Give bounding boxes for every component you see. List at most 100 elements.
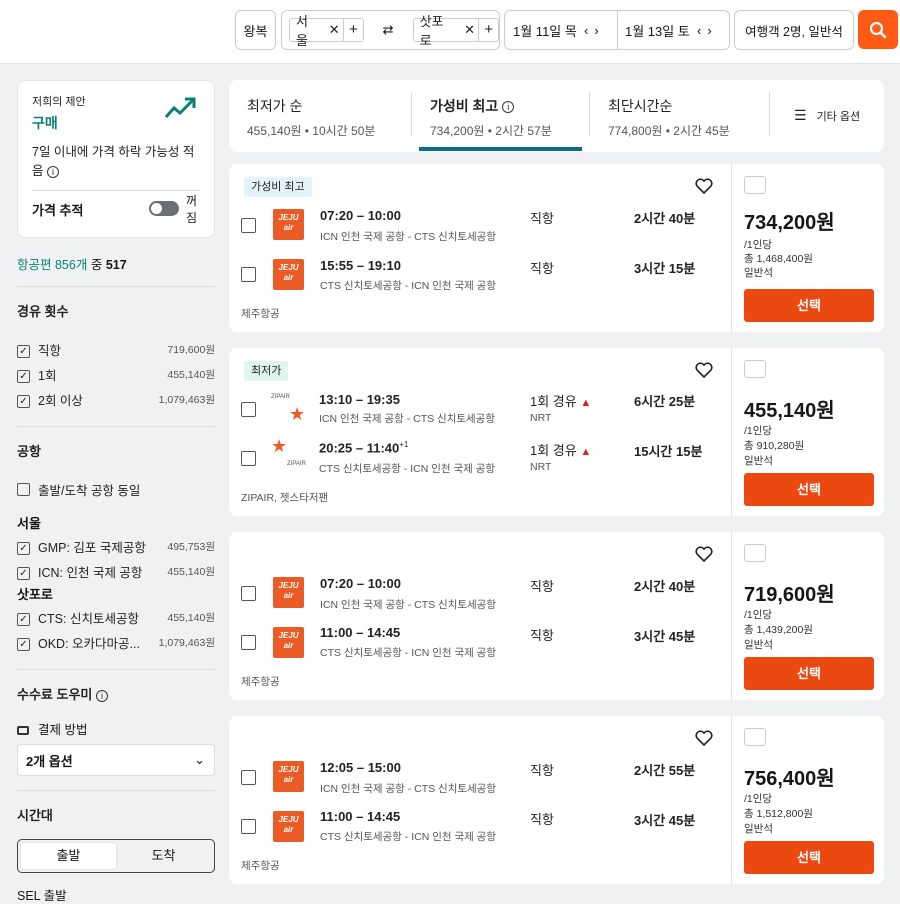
stops-option-nonstop[interactable]: ✓ 직항 719,600원	[17, 337, 215, 362]
remove-origin-icon[interactable]: ✕	[325, 22, 343, 38]
price-advice-card: 저희의 제안 구매 7일 이내에 가격 하락 가능성 적음 i 가격 추적 꺼짐	[17, 80, 215, 238]
leg-checkbox[interactable]	[241, 586, 256, 601]
select-button[interactable]: 선택	[744, 289, 874, 322]
airport-option-cts[interactable]: ✓ CTS: 신치토세공항 455,140원	[17, 605, 215, 630]
checkbox-checked-icon[interactable]: ✓	[17, 567, 30, 581]
jeju-air-logo: JEJU air	[273, 761, 304, 792]
stops-filter: ✓ 직항 719,600원 ✓ 1회 455,140원 ✓ 2회 이상 1,079,463원	[17, 337, 215, 412]
tab-best[interactable]: 가성비 최고 i 734,200원 • 2시간 57분	[430, 96, 552, 139]
leg-stops: 직항	[530, 579, 554, 594]
heart-icon[interactable]	[695, 546, 713, 565]
select-button[interactable]: 선택	[744, 473, 874, 506]
checkbox-checked-icon[interactable]: ✓	[17, 345, 30, 359]
airport-option-okd[interactable]: ✓ OKD: 오카다마공... 1,079,463원	[17, 630, 215, 655]
price-track-toggle[interactable]	[149, 201, 179, 216]
result-card[interactable]: JEJU air 12:05 – 15:00 ICN 인천 국제 공항 - CTS…	[229, 716, 884, 884]
total-price: 총 910,280원	[744, 440, 805, 452]
travelers-field[interactable]: 여행객 2명, 일반석	[734, 10, 854, 50]
leg-checkbox[interactable]	[241, 635, 256, 650]
result-card[interactable]: 최저가 ZIPAIR ★ 13:10 – 19:35 ICN 인천 국제 공항 …	[229, 348, 884, 516]
tab-fastest[interactable]: 최단시간순 774,800원 • 2시간 45분	[608, 96, 730, 139]
heart-icon[interactable]	[695, 362, 713, 381]
add-destination-icon[interactable]: +	[478, 19, 498, 41]
payment-options-select[interactable]: 2개 옵션 ⌄	[17, 744, 215, 776]
result-card[interactable]: 가성비 최고 JEJU air 07:20 – 10:00 ICN 인천 국제 공…	[229, 164, 884, 332]
origin-label: 서울	[296, 14, 308, 48]
bag-icon	[744, 544, 766, 562]
travelers-label: 여행객 2명, 일반석	[745, 24, 843, 39]
airport-filter-title: 공항	[17, 444, 41, 459]
remove-destination-icon[interactable]: ✕	[461, 22, 479, 38]
checkbox-icon[interactable]	[17, 483, 30, 496]
leg-route: CTS 신치토세공항 - ICN 인천 국제 공항	[320, 647, 497, 659]
leg-stops: 직항	[530, 763, 554, 778]
leg-time: 13:10 – 19:35	[319, 392, 400, 407]
route-field[interactable]: 서울 ✕ + ⇄ 삿포로 ✕ +	[281, 10, 500, 50]
swap-icon[interactable]: ⇄	[383, 22, 394, 38]
price: 734,200원	[744, 212, 835, 234]
sel-depart-label: SEL 출발	[17, 889, 67, 903]
same-airport-option[interactable]: 출발/도착 공항 동일	[17, 480, 215, 499]
airport-option-icn[interactable]: ✓ ICN: 인천 국제 공항 455,140원	[17, 559, 215, 584]
more-options-button[interactable]: ☰ 기타 옵션	[794, 107, 860, 124]
return-date[interactable]: 1월 13일 토	[625, 21, 690, 40]
leg-checkbox[interactable]	[241, 402, 256, 417]
leg-checkbox[interactable]	[241, 770, 256, 785]
stops-option-one[interactable]: ✓ 1회 455,140원	[17, 362, 215, 387]
date-field[interactable]: 1월 11일 목 ‹› 1월 13일 토 ‹›	[504, 10, 730, 50]
leg-stops: 직항	[530, 812, 554, 827]
search-button[interactable]	[858, 10, 898, 49]
checkbox-checked-icon[interactable]: ✓	[17, 370, 30, 384]
seoul-group-title: 서울	[17, 516, 41, 531]
trip-type-select[interactable]: 왕복	[235, 10, 276, 50]
leg-duration: 3시간 15분	[634, 261, 696, 276]
origin-chip[interactable]: 서울 ✕ +	[289, 14, 364, 48]
leg-time: 11:00 – 14:45	[320, 625, 401, 640]
tab-depart[interactable]: 출발	[21, 843, 116, 869]
return-date-arrows-icon[interactable]: ‹›	[697, 23, 718, 38]
per-person: /1인당	[744, 239, 773, 251]
select-button[interactable]: 선택	[744, 657, 874, 690]
select-button[interactable]: 선택	[744, 841, 874, 874]
info-icon[interactable]: i	[502, 101, 515, 114]
heart-icon[interactable]	[695, 178, 713, 197]
airport-option-gmp[interactable]: ✓ GMP: 김포 국제공항 495,753원	[17, 534, 215, 559]
checkbox-checked-icon[interactable]: ✓	[17, 613, 30, 627]
leg-stops: 1회 경유 ▲	[530, 443, 592, 458]
jeju-air-logo: JEJU air	[273, 259, 304, 290]
checkbox-checked-icon[interactable]: ✓	[17, 542, 30, 556]
stops-option-two-plus[interactable]: ✓ 2회 이상 1,079,463원	[17, 387, 215, 412]
checkbox-checked-icon[interactable]: ✓	[17, 395, 30, 409]
per-person: /1인당	[744, 793, 773, 805]
warning-icon[interactable]: ▲	[580, 446, 591, 458]
tab-arrive[interactable]: 도착	[116, 843, 211, 869]
fee-helper-title: 수수료 도우미 i	[17, 684, 215, 703]
cabin-class: 일반석	[744, 267, 773, 279]
leg-checkbox[interactable]	[241, 267, 256, 282]
leg-checkbox[interactable]	[241, 819, 256, 834]
result-card[interactable]: JEJU air 07:20 – 10:00 ICN 인천 국제 공항 - CTS…	[229, 532, 884, 700]
sort-lines-icon: ☰	[794, 107, 807, 123]
info-icon[interactable]: i	[96, 689, 108, 702]
warning-icon[interactable]: ▲	[580, 397, 591, 409]
destination-chip[interactable]: 삿포로 ✕ +	[412, 14, 499, 48]
tab-cheapest[interactable]: 최저가 순 455,140원 • 10시간 50분	[247, 96, 375, 139]
leg-route: CTS 신치토세공항 - ICN 인천 국제 공항	[320, 280, 497, 292]
depart-date[interactable]: 1월 11일 목	[513, 21, 577, 40]
checkbox-checked-icon[interactable]: ✓	[17, 638, 30, 652]
price-column: 756,400원 /1인당 총 1,512,800원 일반석 선택	[731, 716, 884, 884]
info-icon[interactable]: i	[47, 165, 59, 178]
add-origin-icon[interactable]: +	[343, 19, 363, 41]
jetstar-star-icon: ★	[271, 436, 288, 456]
sort-tabs: 최저가 순 455,140원 • 10시간 50분 가성비 최고 i 734,2…	[229, 80, 884, 152]
sapporo-group-title: 삿포로	[17, 587, 53, 602]
leg-checkbox[interactable]	[241, 451, 256, 466]
filters-sidebar: 저희의 제안 구매 7일 이내에 가격 하락 가능성 적음 i 가격 추적 꺼짐…	[17, 80, 215, 904]
per-person: /1인당	[744, 425, 773, 437]
heart-icon[interactable]	[695, 730, 713, 749]
depart-date-arrows-icon[interactable]: ‹›	[584, 23, 605, 38]
leg-checkbox[interactable]	[241, 218, 256, 233]
leg-time: 15:55 – 19:10	[320, 258, 401, 273]
jeju-air-logo: JEJU air	[273, 811, 304, 842]
price: 455,140원	[744, 400, 835, 422]
